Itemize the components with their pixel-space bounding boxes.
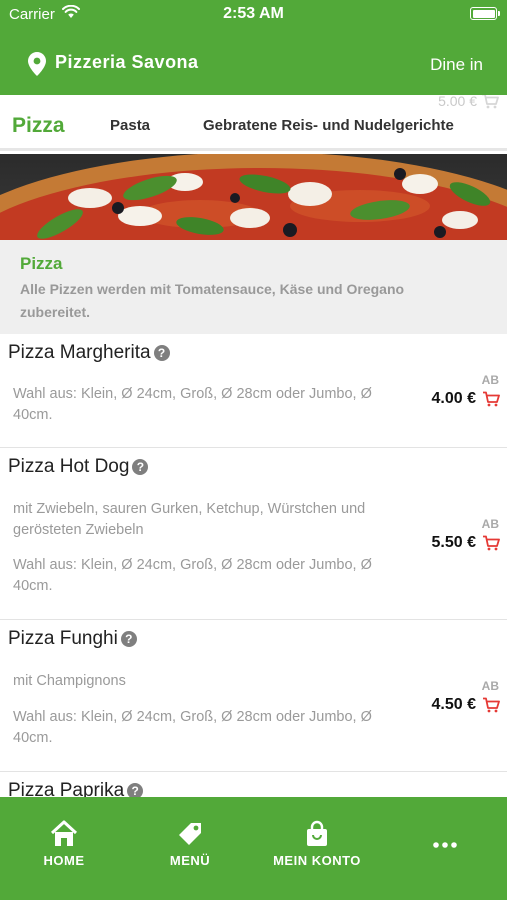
category-title: Pizza	[20, 254, 63, 273]
clock: 2:53 AM	[223, 5, 284, 22]
nav-account[interactable]: MEIN KONTO	[257, 819, 377, 868]
item-name: Pizza Hot Dog	[8, 456, 130, 477]
item-size-options: Wahl aus: Klein, Ø 24cm, Groß, Ø 28cm od…	[13, 709, 372, 746]
item-name: Pizza Margherita	[8, 342, 151, 363]
tab-pizza[interactable]: Pizza	[12, 114, 65, 138]
help-icon[interactable]: ?	[120, 631, 137, 647]
help-icon[interactable]: ?	[132, 459, 149, 475]
cart-icon	[483, 697, 500, 713]
nav-menu[interactable]: MENÜ	[130, 819, 250, 868]
nav-menu-label: MENÜ	[169, 853, 211, 868]
item-description: mit Zwiebeln, sauren Gurken, Ketchup, Wü…	[13, 501, 366, 538]
nav-home[interactable]: HOME	[4, 819, 124, 868]
restaurant-title: Pizzeria Savona	[55, 52, 199, 72]
menu-item-pizza-funghi[interactable]: Pizza Funghi ? mit Champignons Wahl aus:…	[0, 620, 507, 772]
item-name-row: Pizza Margherita ?	[8, 342, 170, 364]
item-name-row: Pizza Funghi ?	[8, 628, 137, 650]
cart-icon	[483, 535, 500, 551]
item-size-options: Wahl aus: Klein, Ø 24cm, Groß, Ø 28cm od…	[13, 557, 372, 594]
tab-pasta[interactable]: Pasta	[110, 117, 150, 134]
item-name: Pizza Funghi	[8, 628, 118, 649]
battery-icon	[470, 7, 500, 20]
price-from-label: AB	[481, 373, 499, 387]
pizza-banner-image	[0, 154, 507, 240]
cart-icon	[482, 95, 499, 109]
status-bar: Carrier 2:53 AM	[0, 0, 507, 28]
item-price[interactable]: 5.50 €	[432, 534, 500, 552]
more-icon	[433, 842, 457, 848]
location-pin-icon	[28, 52, 46, 76]
nav-home-label: HOME	[43, 853, 85, 868]
price-from-label: AB	[481, 679, 499, 693]
item-size-options: Wahl aus: Klein, Ø 24cm, Groß, Ø 28cm od…	[13, 386, 372, 423]
pizza-illustration	[0, 154, 507, 240]
category-tabs: 5.00 € Pizza Pasta Gebratene Reis- und N…	[0, 95, 507, 151]
bottom-navigation: HOME MENÜ MEIN KONTO	[0, 797, 507, 900]
dine-in-button[interactable]: Dine in	[430, 55, 483, 75]
category-header: Pizza Alle Pizzen werden mit Tomatensauc…	[0, 240, 507, 334]
menu-item-pizza-hot-dog[interactable]: Pizza Hot Dog ? mit Zwiebeln, sauren Gur…	[0, 448, 507, 620]
help-icon[interactable]: ?	[153, 345, 170, 361]
app-header: Pizzeria Savona Dine in	[0, 28, 507, 95]
category-description: Alle Pizzen werden mit Tomatensauce, Käs…	[20, 281, 405, 320]
tag-icon	[179, 823, 201, 845]
cart-icon	[483, 391, 500, 407]
item-price-value: 4.00 €	[431, 390, 476, 407]
item-price[interactable]: 4.00 €	[432, 390, 500, 408]
nav-more[interactable]	[385, 819, 505, 853]
menu-item-pizza-margherita[interactable]: Pizza Margherita ? Wahl aus: Klein, Ø 24…	[0, 334, 507, 448]
nav-account-label: MEIN KONTO	[273, 853, 361, 868]
item-price-value: 4.50 €	[431, 696, 476, 713]
tab-gebratene-reis-und-nudelgerichte[interactable]: Gebratene Reis- und Nudelgerichte	[203, 117, 454, 134]
home-icon	[50, 820, 78, 846]
item-name-row: Pizza Hot Dog ?	[8, 456, 149, 478]
item-description: mit Champignons	[13, 673, 126, 689]
cart-total[interactable]: 5.00 €	[438, 95, 499, 109]
cart-total-value: 5.00 €	[438, 95, 477, 109]
item-price[interactable]: 4.50 €	[432, 696, 500, 714]
item-price-value: 5.50 €	[431, 534, 476, 551]
bag-icon	[307, 820, 327, 846]
price-from-label: AB	[481, 517, 499, 531]
